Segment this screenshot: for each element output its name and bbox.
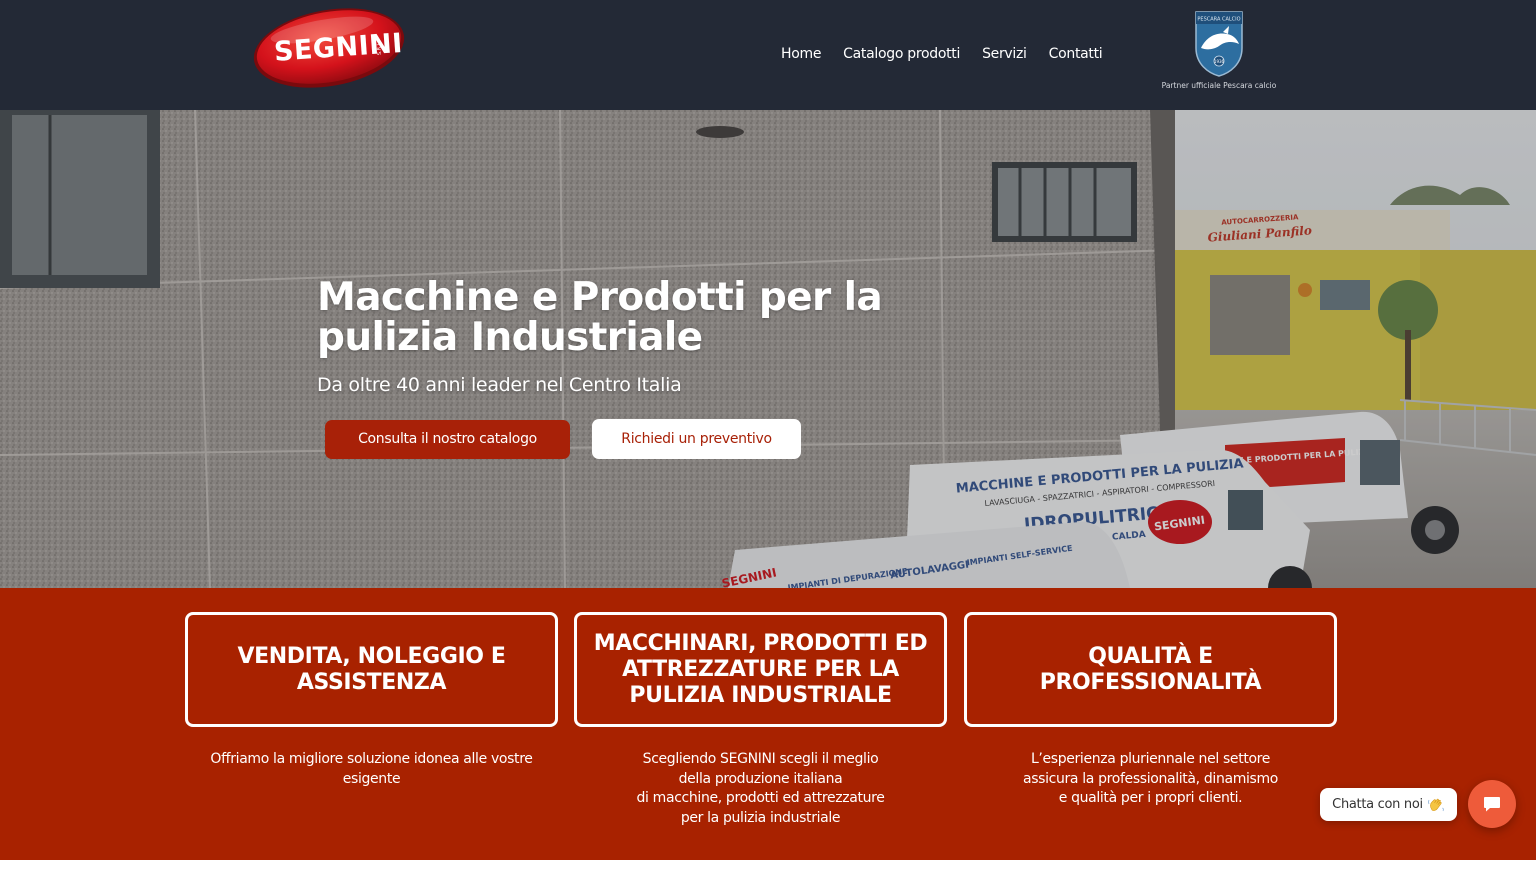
logo-graphic: SEGNINI S.R.L. bbox=[253, 8, 405, 88]
hero-title: Macchine e Prodotti per la pulizia Indus… bbox=[317, 275, 883, 360]
pescara-calcio-badge-icon: PESCARA CALCIO 1936 bbox=[1195, 11, 1243, 77]
hero-subtitle: Da oltre 40 anni leader nel Centro Itali… bbox=[317, 374, 682, 396]
feature-description: Offriamo la migliore soluzione idonea al… bbox=[210, 751, 533, 787]
catalog-button[interactable]: Consulta il nostro catalogo bbox=[325, 420, 570, 459]
feature-title: VENDITA, NOLEGGIO E ASSISTENZA bbox=[237, 643, 506, 695]
nav-catalogo-prodotti[interactable]: Catalogo prodotti bbox=[832, 44, 971, 66]
partner-caption: Partner ufficiale Pescara calcio bbox=[1161, 81, 1277, 90]
nav-home[interactable]: Home bbox=[770, 44, 832, 66]
main-nav: Home Catalogo prodotti Servizi Contatti bbox=[770, 44, 1113, 66]
badge-year: 1936 bbox=[1214, 59, 1225, 64]
feature-box-macchinari: MACCHINARI, PRODOTTI ED ATTREZZATURE PER… bbox=[574, 612, 947, 727]
feature-description: L’esperienza pluriennale nel settore ass… bbox=[1023, 751, 1278, 806]
partner-block[interactable]: PESCARA CALCIO 1936 Partner ufficiale Pe… bbox=[1150, 10, 1288, 100]
feature-box-vendita: VENDITA, NOLEGGIO E ASSISTENZA bbox=[185, 612, 558, 727]
chat-icon bbox=[1484, 797, 1500, 812]
chat-bubble[interactable]: Chatta con noi bbox=[1320, 788, 1457, 821]
hero-section: AUTOCARROZZERIA Giuliani Panfilo MACCHIN… bbox=[0, 110, 1536, 588]
feature-description: Scegliendo SEGNINI scegli il meglio dell… bbox=[636, 751, 885, 826]
feature-box-qualita: QUALITÀ E PROFESSIONALITÀ bbox=[964, 612, 1337, 727]
quote-button[interactable]: Richiedi un preventivo bbox=[592, 419, 801, 459]
feature-title: MACCHINARI, PRODOTTI ED ATTREZZATURE PER… bbox=[593, 630, 928, 708]
chat-bubble-text: Chatta con noi bbox=[1332, 797, 1423, 812]
chat-launcher-button[interactable] bbox=[1468, 780, 1516, 828]
nav-servizi[interactable]: Servizi bbox=[971, 44, 1038, 66]
segnini-logo[interactable]: SEGNINI S.R.L. bbox=[252, 8, 406, 88]
site-header: SEGNINI S.R.L. Home Catalogo prodotti Se… bbox=[0, 0, 1536, 110]
features-section: VENDITA, NOLEGGIO E ASSISTENZA MACCHINAR… bbox=[0, 588, 1536, 860]
feature-title: QUALITÀ E PROFESSIONALITÀ bbox=[1039, 643, 1262, 695]
badge-top-text: PESCARA CALCIO bbox=[1197, 17, 1240, 23]
logo-srl-text: S.R.L. bbox=[376, 40, 383, 55]
nav-contatti[interactable]: Contatti bbox=[1038, 44, 1114, 66]
waving-hand-icon bbox=[1427, 798, 1444, 811]
